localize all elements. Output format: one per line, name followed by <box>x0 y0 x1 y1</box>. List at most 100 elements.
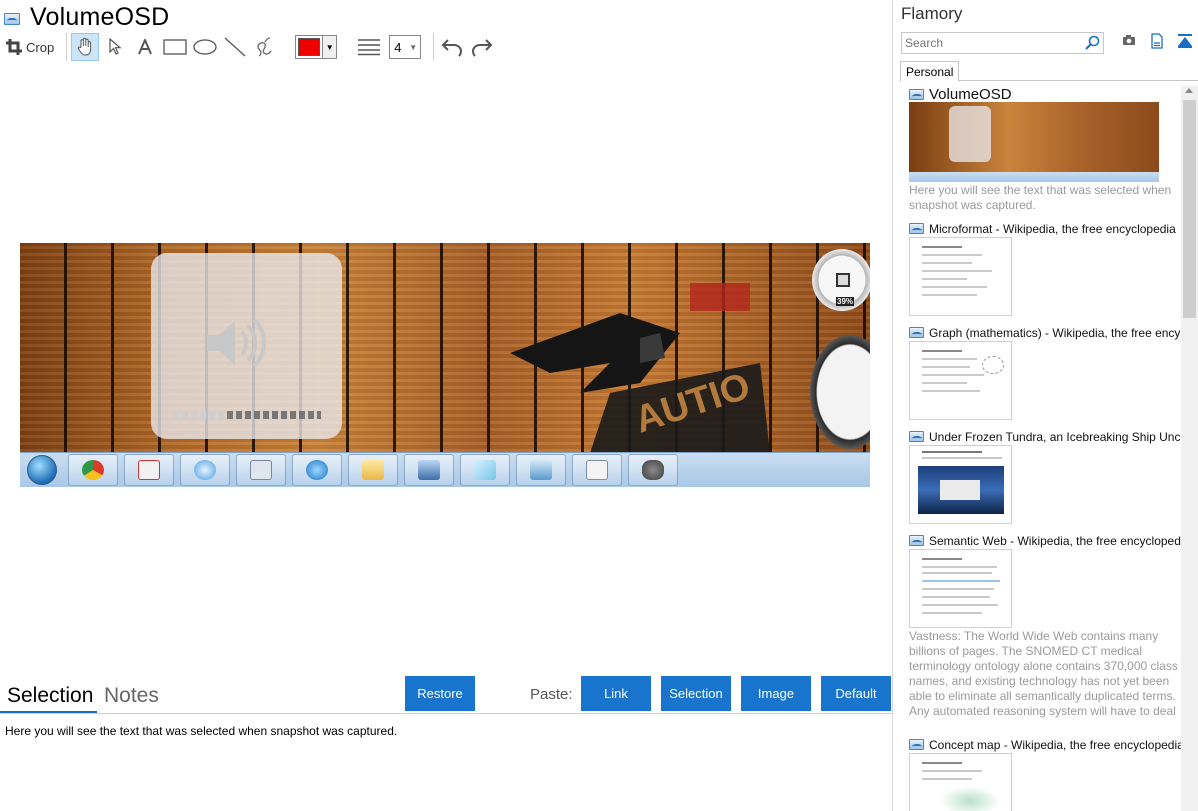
list-item-title: Microformat - Wikipedia, the free encycl… <box>929 221 1176 236</box>
pointer-tool-button[interactable] <box>101 33 129 61</box>
volume-osd-overlay <box>151 253 342 439</box>
snapshot-icon <box>909 535 924 546</box>
redo-button[interactable] <box>468 33 496 61</box>
chevron-down-icon: ▼ <box>409 42 418 52</box>
itunes-icon <box>180 454 230 486</box>
list-item[interactable]: Graph (mathematics) - Wikipedia, the fre… <box>909 324 1181 420</box>
list-item[interactable]: Concept map - Wikipedia, the free encycl… <box>909 736 1181 811</box>
snapshot-pane: VolumeOSD Crop ▼ 4 ▼ AUTIO 39% Selection… <box>0 0 893 811</box>
rectangle-tool-button[interactable] <box>161 33 189 61</box>
app-title: Flamory <box>901 4 963 23</box>
collapse-up-icon[interactable] <box>1177 33 1193 49</box>
scroll-up-icon[interactable] <box>1185 88 1193 93</box>
paste-default-button[interactable]: Default <box>821 676 891 711</box>
active-tab-indicator <box>0 711 97 713</box>
virtualbox-icon <box>516 454 566 486</box>
line-style-button[interactable] <box>355 33 383 61</box>
windows-taskbar <box>20 452 870 487</box>
list-item-thumbnail <box>909 237 1012 316</box>
paste-selection-button[interactable]: Selection <box>661 676 731 711</box>
redo-icon <box>472 39 493 57</box>
tab-notes[interactable]: Notes <box>104 684 159 708</box>
list-item-title: Concept map - Wikipedia, the free encycl… <box>929 737 1181 752</box>
list-item-header: Under Frozen Tundra, an Icebreaking Ship… <box>909 428 1181 445</box>
list-item-title: Semantic Web - Wikipedia, the free encyc… <box>929 533 1181 548</box>
snapshot-icon <box>4 13 20 25</box>
gauge-percent: 39% <box>836 297 855 306</box>
search-icon[interactable] <box>1084 35 1100 51</box>
camera-icon[interactable] <box>1122 33 1136 47</box>
drawing-toolbar: Crop ▼ 4 ▼ <box>4 33 498 61</box>
list-item-header: VolumeOSD <box>909 86 1181 103</box>
freehand-icon <box>257 37 272 57</box>
freehand-tool-button[interactable] <box>251 33 279 61</box>
toolbar-divider <box>66 33 68 61</box>
folder-icon <box>348 454 398 486</box>
list-item[interactable]: Semantic Web - Wikipedia, the free encyc… <box>909 532 1181 718</box>
scrollbar-thumb[interactable] <box>1183 100 1196 318</box>
rectangle-icon <box>163 39 187 55</box>
list-item-snippet: Vastness: The World Wide Web contains ma… <box>909 629 1178 718</box>
ellipse-icon <box>193 39 217 55</box>
selection-text[interactable]: Here you will see the text that was sele… <box>5 724 397 738</box>
snapshot-icon <box>909 327 924 338</box>
undo-button[interactable] <box>438 33 466 61</box>
undo-icon <box>441 39 463 57</box>
list-item-title: Graph (mathematics) - Wikipedia, the fre… <box>929 325 1181 340</box>
line-tool-button[interactable] <box>221 33 249 61</box>
snapshot-icon <box>909 89 924 100</box>
notes-app-icon <box>460 454 510 486</box>
hand-tool-button[interactable] <box>71 33 100 61</box>
line-width-value: 4 <box>394 39 402 55</box>
gauge-gadget: 39% <box>812 249 870 311</box>
list-item-thumbnail <box>909 341 1012 420</box>
list-item-title: Under Frozen Tundra, an Icebreaking Ship… <box>929 429 1181 444</box>
text-tool-button[interactable] <box>131 33 159 61</box>
snapshot-list: VolumeOSD Here you will see the text tha… <box>909 86 1181 811</box>
paste-image-button[interactable]: Image <box>741 676 811 711</box>
search-input[interactable] <box>902 36 1082 50</box>
list-item[interactable]: VolumeOSD Here you will see the text tha… <box>909 86 1181 212</box>
snapshot-icon <box>909 739 924 750</box>
ellipse-tool-button[interactable] <box>191 33 219 61</box>
speaker-icon <box>207 319 266 367</box>
snapshot-icon <box>909 223 924 234</box>
list-item-header: Microformat - Wikipedia, the free encycl… <box>909 220 1181 237</box>
list-item[interactable]: Microformat - Wikipedia, the free encycl… <box>909 220 1181 316</box>
snapshot-icon <box>909 431 924 442</box>
tab-selection[interactable]: Selection <box>7 684 93 708</box>
color-picker[interactable]: ▼ <box>295 35 338 59</box>
crop-icon <box>6 39 22 55</box>
list-item-header: Semantic Web - Wikipedia, the free encyc… <box>909 532 1181 549</box>
sidebar-scrollbar[interactable] <box>1181 86 1198 811</box>
toolbar-divider <box>433 33 435 61</box>
remote-desktop-icon <box>404 454 454 486</box>
title-row: VolumeOSD <box>4 2 169 32</box>
paste-link-button[interactable]: Link <box>581 676 651 711</box>
tab-personal[interactable]: Personal <box>900 61 959 82</box>
list-item-thumbnail <box>909 753 1012 811</box>
restore-button[interactable]: Restore <box>405 676 475 711</box>
paste-label: Paste: <box>530 686 573 703</box>
volume-level-bar <box>173 411 321 419</box>
search-box[interactable] <box>901 32 1104 54</box>
list-item-title: VolumeOSD <box>929 86 1012 103</box>
new-page-icon[interactable] <box>1150 33 1164 49</box>
chrome-icon <box>68 454 118 486</box>
crop-button[interactable]: Crop <box>4 33 60 61</box>
list-item-snippet: Here you will see the text that was sele… <box>909 183 1172 212</box>
line-width-select[interactable]: 4 ▼ <box>389 35 422 59</box>
line-width-icon <box>358 39 381 56</box>
app-window: VolumeOSD Crop ▼ 4 ▼ AUTIO 39% Selection… <box>0 0 1198 811</box>
color-swatch <box>298 38 321 56</box>
list-item[interactable]: Under Frozen Tundra, an Icebreaking Ship… <box>909 428 1181 524</box>
window-app-icon <box>572 454 622 486</box>
snipping-tool-icon <box>124 454 174 486</box>
text-icon <box>138 39 153 55</box>
list-item-header: Graph (mathematics) - Wikipedia, the fre… <box>909 324 1181 341</box>
calculator-icon <box>236 454 286 486</box>
snapshot-image: AUTIO 39% <box>20 243 870 487</box>
graffiti-art: AUTIO <box>510 283 770 453</box>
library-sidebar: Flamory Personal VolumeOSD Here you will… <box>894 0 1198 811</box>
chevron-down-icon: ▼ <box>322 36 337 58</box>
